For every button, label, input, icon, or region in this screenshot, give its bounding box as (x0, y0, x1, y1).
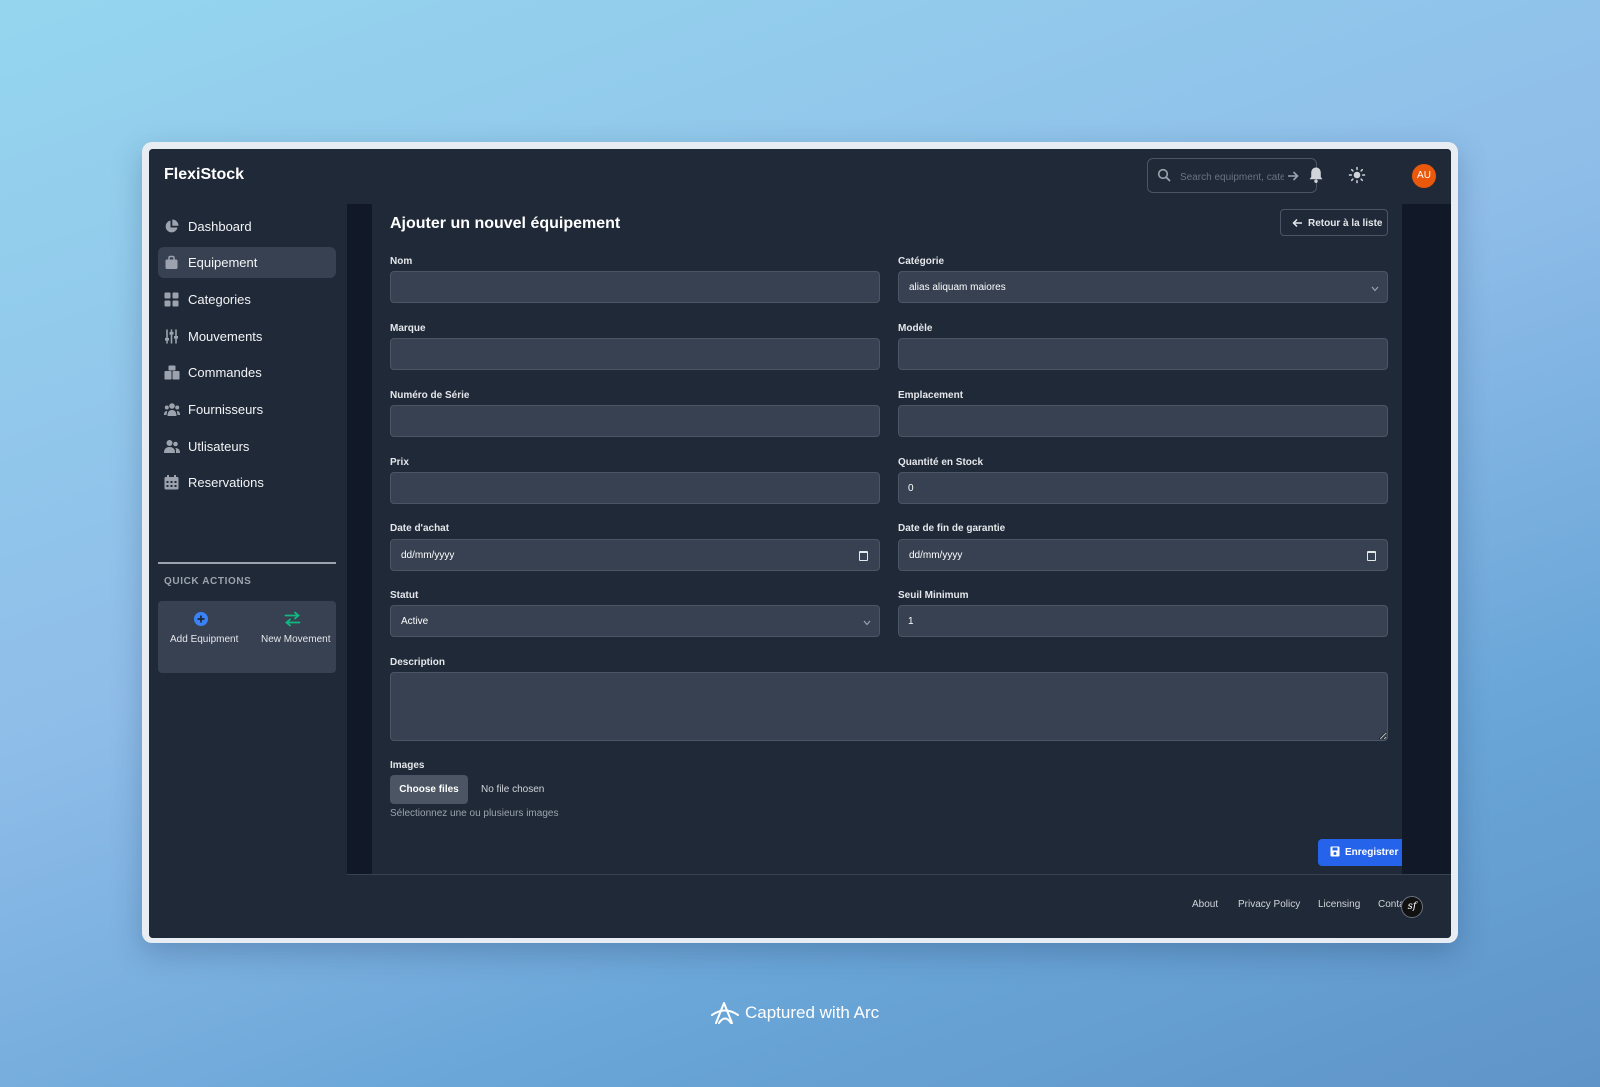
statut-selected-value: Active (401, 616, 429, 627)
images-label: Images (390, 760, 425, 771)
form-card: Ajouter un nouvel équipement Retour à la… (372, 204, 1408, 874)
sidebar-item-label: Mouvements (188, 329, 263, 344)
seuil-label: Seuil Minimum (898, 590, 969, 601)
prix-input[interactable] (390, 472, 880, 504)
marque-input[interactable] (390, 338, 880, 370)
date-garantie-placeholder: dd/mm/yyyy (909, 550, 963, 561)
arc-watermark-text: Captured with Arc (745, 1003, 880, 1022)
file-status-text: No file chosen (481, 784, 545, 795)
nom-label: Nom (390, 256, 413, 267)
emplacement-input[interactable] (898, 405, 1388, 437)
floppy-disk-icon (1330, 846, 1340, 860)
arrow-left-icon (1292, 218, 1303, 231)
numero-serie-label: Numéro de Série (390, 390, 470, 401)
briefcase-icon (164, 255, 179, 273)
modele-input[interactable] (898, 338, 1388, 370)
sidebar-item-label: Commandes (188, 365, 262, 380)
search-box[interactable] (1147, 158, 1317, 193)
modele-label: Modèle (898, 323, 933, 334)
users-group-icon (164, 402, 180, 420)
new-movement-button[interactable]: New Movement (258, 611, 338, 663)
calendar-icon[interactable] (1367, 551, 1376, 561)
date-garantie-input[interactable]: dd/mm/yyyy (898, 539, 1388, 571)
sidebar-item-label: Dashboard (188, 219, 252, 234)
marque-label: Marque (390, 323, 426, 334)
sidebar-divider (158, 562, 336, 564)
bell-icon[interactable] (1308, 166, 1324, 189)
sidebar-item-label: Utlisateurs (188, 439, 250, 454)
pie-chart-icon (164, 219, 179, 237)
calendar-icon (164, 475, 179, 493)
back-to-list-button[interactable]: Retour à la liste (1280, 209, 1388, 236)
quick-actions-panel: Add Equipment New Movement (158, 601, 336, 673)
boxes-icon (164, 365, 180, 383)
nom-input[interactable] (390, 271, 880, 303)
date-garantie-label: Date de fin de garantie (898, 523, 1006, 534)
sidebar-item-label: Fournisseurs (188, 402, 264, 417)
exchange-icon (284, 611, 301, 632)
sidebar-item-label: Categories (188, 292, 251, 307)
top-header: FlexiStock AU (149, 149, 1451, 205)
grid-icon (164, 292, 179, 310)
sidebar-item-utilisateurs[interactable]: Utlisateurs (158, 431, 336, 462)
categorie-label: Catégorie (898, 256, 945, 267)
sun-icon[interactable] (1348, 166, 1366, 189)
categorie-selected-value: alias aliquam maiores (909, 282, 1006, 293)
content-right-gutter (1402, 204, 1451, 874)
quantite-label: Quantité en Stock (898, 457, 984, 468)
date-achat-placeholder: dd/mm/yyyy (401, 550, 455, 561)
calendar-icon[interactable] (859, 551, 868, 561)
sidebar-item-dashboard[interactable]: Dashboard (158, 211, 336, 242)
sliders-icon (164, 329, 179, 347)
save-button-label: Enregistrer (1345, 847, 1399, 858)
quick-actions-title: QUICK ACTIONS (164, 576, 252, 587)
arrow-right-icon[interactable] (1286, 169, 1300, 188)
footer: About Privacy Policy Licensing Conta (347, 874, 1451, 938)
numero-serie-input[interactable] (390, 405, 880, 437)
brand-logo[interactable]: FlexiStock (164, 166, 244, 184)
description-label: Description (390, 657, 446, 668)
chevron-down-icon (863, 618, 871, 629)
back-to-list-label: Retour à la liste (1308, 218, 1383, 229)
date-achat-input[interactable]: dd/mm/yyyy (390, 539, 880, 571)
save-button[interactable]: Enregistrer (1318, 839, 1408, 866)
sidebar-item-mouvements[interactable]: Mouvements (158, 321, 336, 352)
footer-link-licensing[interactable]: Licensing (1318, 899, 1360, 910)
user-avatar[interactable]: AU (1412, 164, 1436, 188)
date-achat-label: Date d'achat (390, 523, 450, 534)
seuil-input[interactable] (898, 605, 1388, 637)
search-icon (1157, 168, 1171, 187)
sidebar-item-equipement[interactable]: Equipement (158, 247, 336, 278)
sidebar-item-commandes[interactable]: Commandes (158, 357, 336, 388)
statut-label: Statut (390, 590, 419, 601)
quantite-input[interactable] (898, 472, 1388, 504)
add-equipment-button[interactable]: Add Equipment (167, 611, 247, 663)
quick-action-label: Add Equipment (170, 634, 239, 645)
images-help-text: Sélectionnez une ou plusieurs images (390, 808, 559, 819)
sidebar-item-fournisseurs[interactable]: Fournisseurs (158, 394, 336, 425)
categorie-select[interactable]: alias aliquam maiores (898, 271, 1388, 303)
plus-circle-icon (193, 611, 209, 632)
symfony-debug-badge[interactable]: sf (1401, 896, 1423, 918)
sidebar-item-label: Reservations (188, 475, 264, 490)
choose-files-button[interactable]: Choose files (390, 775, 468, 804)
app-window: FlexiStock AU Dashboard (149, 149, 1451, 938)
arc-logo-icon (710, 1000, 740, 1031)
chevron-down-icon (1371, 284, 1379, 295)
content-gutter (347, 204, 372, 874)
emplacement-label: Emplacement (898, 390, 964, 401)
quick-action-label: New Movement (261, 634, 331, 645)
users-icon (164, 439, 180, 457)
sidebar-item-categories[interactable]: Categories (158, 284, 336, 315)
statut-select[interactable]: Active (390, 605, 880, 637)
prix-label: Prix (390, 457, 409, 468)
description-textarea[interactable] (390, 672, 1388, 741)
sidebar-item-reservations[interactable]: Reservations (158, 467, 336, 498)
search-input[interactable] (1178, 167, 1286, 187)
sidebar-item-label: Equipement (188, 255, 258, 270)
sidebar: Dashboard Equipement Categories Mouvemen… (149, 204, 348, 938)
footer-link-privacy[interactable]: Privacy Policy (1238, 899, 1300, 910)
page-title: Ajouter un nouvel équipement (390, 215, 621, 232)
footer-link-about[interactable]: About (1192, 899, 1218, 910)
